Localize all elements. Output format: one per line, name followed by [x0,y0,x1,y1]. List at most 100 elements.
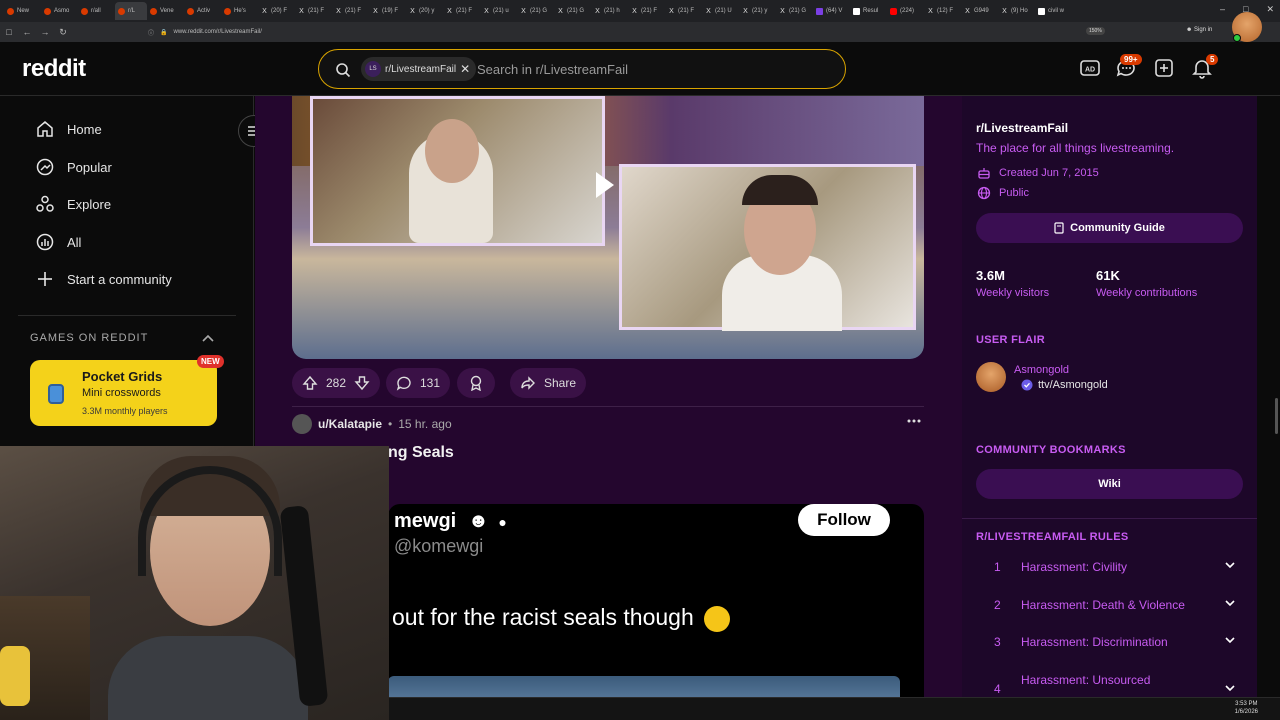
browser-tab[interactable]: (224) [887,2,924,20]
browser-tab[interactable]: Vene [147,2,184,20]
browser-tab[interactable]: X (20) y [406,2,443,20]
community-name[interactable]: r/LivestreamFail [976,121,1068,135]
browser-tab[interactable]: Asmo [41,2,78,20]
x-icon: X [743,7,748,15]
tweet-text-content: out for the racist seals though [392,604,694,630]
streamer-webcam-overlay [0,446,389,720]
browser-tab[interactable]: X (21) F [628,2,665,20]
search-bar[interactable]: LS r/LivestreamFail ✕ Search in r/Livest… [318,49,846,89]
share-button[interactable]: Share [510,368,587,398]
search-scope-chip[interactable]: LS r/LivestreamFail ✕ [361,57,477,81]
author-avatar[interactable] [292,414,312,434]
nav-item-explore[interactable]: Explore [0,186,254,222]
browser-tab[interactable]: X (12) F [924,2,961,20]
downvote-icon[interactable] [354,375,370,391]
advertise-icon[interactable]: AD [1078,56,1102,80]
browser-tab[interactable]: X (21) F [665,2,702,20]
browser-tab[interactable]: X (21) G [554,2,591,20]
browser-tab[interactable]: X (19) F [369,2,406,20]
community-guide-button[interactable]: Community Guide [976,213,1243,243]
stat-contributions-value: 61K [1096,268,1120,283]
tab-label: He's [234,8,246,14]
browser-tab[interactable]: X (9) Ho [998,2,1035,20]
back-icon[interactable]: ← [18,27,36,37]
minimize-icon[interactable]: – [1220,4,1225,15]
wiki-button[interactable]: Wiki [976,469,1243,499]
create-post-icon[interactable] [1152,56,1176,80]
chevron-down-icon[interactable] [1224,559,1236,571]
home-icon [37,121,53,137]
upvote-icon[interactable] [302,375,318,391]
nav-label-home: Home [67,121,102,137]
flair-username[interactable]: Asmongold [1014,364,1069,376]
nav-item-all[interactable]: All [0,224,254,260]
nav-item-start-community[interactable]: Start a community [0,261,254,297]
reload-icon[interactable]: ↻ [54,27,72,38]
ufo-emoji-icon: ● [498,514,507,530]
browser-tab[interactable]: civil w [1035,2,1072,20]
reddit-icon [7,7,14,15]
browser-signin[interactable]: ☻ Sign in [1186,27,1212,33]
browser-tab[interactable]: X (21) G [517,2,554,20]
rule-item-1[interactable]: 1 Harassment: Civility [976,553,1243,581]
tab-label: G949 [974,8,989,14]
sidebar-toggle-icon[interactable]: □ [0,27,18,37]
system-clock[interactable]: 3:53 PM 1/6/2026 [1235,700,1258,716]
nav-item-home[interactable]: Home [0,111,254,147]
post-video[interactable] [292,96,924,359]
browser-tab[interactable]: X (21) F [295,2,332,20]
browser-tab[interactable]: New [4,2,41,20]
frown-emoji-icon [704,605,731,632]
browser-tab[interactable]: r/all [78,2,115,20]
post-title[interactable]: ng Seals [388,444,454,462]
games-section-heading[interactable]: GAMES ON REDDIT [30,332,148,344]
browser-tab[interactable]: X G949 [961,2,998,20]
browser-tab[interactable]: Activ [184,2,221,20]
browser-tab[interactable]: (64) V [813,2,850,20]
comments-button[interactable]: 131 [386,368,451,398]
close-icon[interactable]: ✕ [1266,4,1274,15]
online-status-dot [1233,34,1241,42]
reddit-logo[interactable]: reddit [22,55,86,83]
play-icon[interactable] [596,172,614,198]
search-input[interactable]: Search in r/LivestreamFail [477,62,628,77]
rule-number: 4 [994,682,1001,696]
game-card-pocket-grids[interactable]: Pocket Grids Mini crosswords 3.3M monthl… [30,360,217,426]
chevron-down-icon[interactable] [1224,634,1236,646]
award-button[interactable] [457,368,495,398]
post-author[interactable]: u/Kalatapie [318,417,382,431]
forward-icon[interactable]: → [36,27,54,37]
chevron-up-icon[interactable] [202,333,214,343]
url-field[interactable]: ⓘ 🔒 www.reddit.com/r/LivestreamFail/ [148,25,1088,39]
info-icon[interactable]: ⓘ [148,28,154,37]
nav-item-popular[interactable]: Popular [0,149,254,185]
browser-tab[interactable]: X (20) F [258,2,295,20]
tab-label: (21) F [345,8,362,14]
game-players: 3.3M monthly players [82,406,168,416]
zoom-indicator[interactable]: 150% [1086,27,1105,35]
page-scrollbar[interactable] [1275,398,1278,434]
rule-item-3[interactable]: 3 Harassment: Discrimination [976,628,1243,656]
browser-tab[interactable]: X (21) y [739,2,776,20]
rule-item-4[interactable]: 4 Harassment: Unsourced [976,666,1243,696]
browser-tab[interactable]: X (21) h [591,2,628,20]
post-meta: u/Kalatapie • 15 hr. ago [292,414,452,434]
more-options-icon[interactable] [907,419,921,423]
chevron-down-icon[interactable] [1224,682,1236,694]
flair-avatar[interactable] [976,362,1006,392]
community-guide-label: Community Guide [1070,222,1165,234]
browser-tab[interactable]: X (21) u [480,2,517,20]
chevron-down-icon[interactable] [1224,597,1236,609]
browser-tab[interactable]: X (21) G [776,2,813,20]
browser-tab[interactable]: X (21) F [332,2,369,20]
post-image-tweet[interactable]: mewgi ☻ ● @komewgi Follow out for the ra… [388,504,924,720]
remove-scope-icon[interactable]: ✕ [460,62,470,76]
browser-tab[interactable]: r/L [115,2,147,20]
browser-tab[interactable]: Resul [850,2,887,20]
tab-label: (20) y [419,8,435,14]
browser-tab[interactable]: X (21) U [702,2,739,20]
browser-tab[interactable]: He's [221,2,258,20]
rule-item-2[interactable]: 2 Harassment: Death & Violence [976,591,1243,619]
x-icon: X [928,7,933,15]
browser-tab[interactable]: X (21) F [443,2,480,20]
